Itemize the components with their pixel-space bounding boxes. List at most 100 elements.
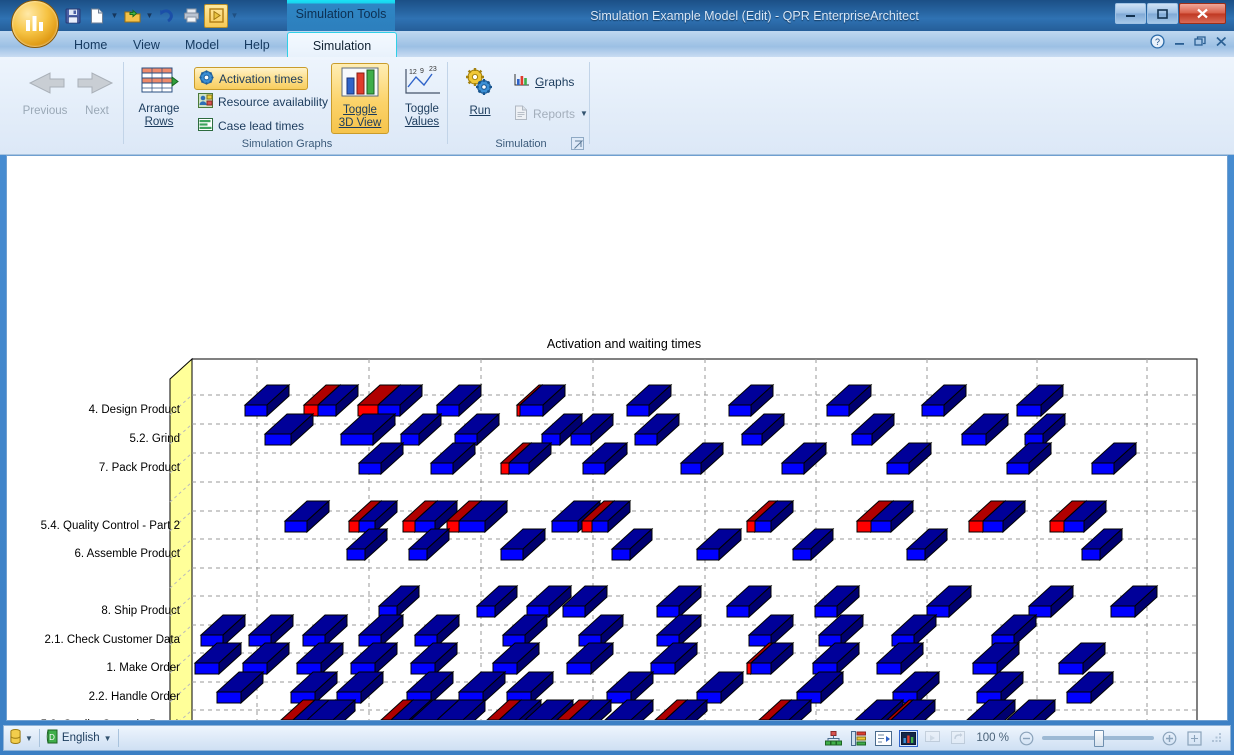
resource-availability-item[interactable]: Resource availability: [194, 91, 332, 112]
case-lead-times-label: Case lead times: [218, 119, 304, 133]
arrange-rows-button[interactable]: Arrange Rows: [128, 65, 190, 129]
run-simulation-icon[interactable]: [204, 4, 228, 28]
zoom-out-button[interactable]: [1017, 730, 1036, 747]
model-tree-icon[interactable]: [824, 730, 843, 747]
tab-help[interactable]: Help: [232, 33, 282, 57]
status-db-item[interactable]: ▼: [4, 727, 39, 749]
svg-text:?: ?: [1155, 37, 1160, 47]
print-icon[interactable]: [180, 5, 202, 27]
dialog-launcher-icon[interactable]: [571, 137, 584, 150]
status-separator: [118, 729, 119, 747]
list-view-icon[interactable]: [849, 730, 868, 747]
toggle-values-button[interactable]: 12 9 23 Toggle Values: [394, 65, 450, 129]
zoom-slider[interactable]: [1042, 736, 1154, 740]
ribbon: Previous Next: [0, 57, 1234, 155]
run-button[interactable]: Run: [454, 65, 506, 118]
zoom-slider-thumb[interactable]: [1094, 730, 1104, 747]
language-dropdown-icon[interactable]: ▼: [104, 734, 112, 743]
resource-availability-label: Resource availability: [218, 95, 328, 109]
tab-simulation[interactable]: Simulation: [287, 32, 397, 58]
tab-view[interactable]: View: [121, 33, 172, 57]
y-axis-category-label: 2.1. Check Customer Data: [44, 634, 180, 646]
arrow-left-icon: [22, 65, 68, 105]
quick-access-more-icon[interactable]: ▼: [230, 5, 239, 27]
y-axis-category-label: 2.2. Handle Order: [89, 691, 181, 703]
y-axis-category-label: 1. Make Order: [107, 662, 181, 674]
maximize-button[interactable]: [1147, 3, 1178, 24]
fit-to-window-button[interactable]: [1185, 730, 1204, 747]
graphs-item[interactable]: GGraphsraphs: [510, 71, 578, 92]
window-title: Simulation Example Model (Edit) - QPR En…: [395, 0, 1114, 31]
zoom-in-button[interactable]: [1160, 730, 1179, 747]
zoom-level-label: 100 %: [974, 727, 1011, 749]
status-language-item[interactable]: D English ▼: [40, 727, 118, 749]
undo-icon[interactable]: [156, 5, 178, 27]
y-axis-category-label: 6. Assemble Product: [75, 548, 181, 560]
next-button[interactable]: Next: [66, 65, 128, 118]
resource-people-icon: [198, 93, 213, 111]
graphs-icon: [514, 73, 530, 90]
next-label: Next: [85, 105, 109, 118]
quick-access-toolbar: ▼ ▼: [62, 3, 239, 28]
activation-waiting-times-chart[interactable]: Activation and waiting times4. Design Pr…: [7, 156, 1227, 720]
activation-times-item[interactable]: Activation times: [194, 67, 308, 90]
y-axis-category-label: 5.3. Quality Control - Part 1: [41, 719, 180, 720]
mdi-close-icon[interactable]: [1215, 36, 1228, 50]
window-buttons: [1115, 3, 1226, 24]
toggle-3d-view-label-line2: 3D View: [339, 117, 382, 130]
graphs-label: GGraphsraphs: [535, 75, 574, 89]
language-label: English: [62, 732, 100, 744]
y-axis-category-label: 5.4. Quality Control - Part 2: [41, 520, 180, 532]
reports-label: Reports: [533, 107, 575, 121]
svg-text:9: 9: [420, 68, 424, 75]
ribbon-group-simulation: Run GGraphsraphs: [452, 57, 590, 154]
bar-chart-3d-icon: [338, 64, 382, 104]
save-icon[interactable]: [62, 5, 84, 27]
svg-text:D: D: [49, 733, 55, 742]
tab-model[interactable]: Model: [173, 33, 231, 57]
open-folder-icon[interactable]: [121, 5, 143, 27]
y-axis-category-label: 7. Pack Product: [99, 462, 181, 474]
run-label: Run: [469, 105, 490, 118]
refresh-view-icon[interactable]: [949, 730, 968, 747]
database-icon: [10, 729, 21, 747]
contextual-tab-simulation-tools: Simulation Tools: [287, 0, 395, 31]
previous-label: Previous: [23, 105, 68, 118]
title-bar: ▼ ▼: [0, 0, 1234, 31]
reports-item[interactable]: Reports ▼: [510, 103, 592, 124]
gear-blue-icon: [199, 70, 214, 88]
gears-icon: [460, 65, 500, 105]
mdi-minimize-icon[interactable]: [1173, 36, 1186, 50]
close-button[interactable]: [1179, 3, 1226, 24]
case-lead-times-item[interactable]: Case lead times: [194, 115, 308, 136]
open-folder-dropdown-icon[interactable]: ▼: [145, 5, 154, 27]
minimize-button[interactable]: [1115, 3, 1146, 24]
mdi-restore-icon[interactable]: [1194, 36, 1207, 50]
status-right-group: 100 %: [824, 727, 1230, 749]
toggle-3d-view-button[interactable]: Toggle 3D View: [331, 63, 389, 134]
plot-area: [192, 359, 1197, 720]
toggle-3d-view-label-line1: Toggle: [343, 104, 377, 117]
presentation-view-icon[interactable]: [924, 730, 943, 747]
arrange-rows-label-line2: Rows: [145, 116, 174, 129]
contextual-tab-label: Simulation Tools: [287, 7, 395, 21]
chart-view-icon[interactable]: [899, 730, 918, 747]
ribbon-group-navigation: Previous Next: [8, 57, 124, 154]
y-axis-category-label: 4. Design Product: [89, 404, 181, 416]
report-page-icon: [514, 105, 528, 123]
application-menu-orb[interactable]: [11, 0, 59, 48]
help-icon[interactable]: ?: [1150, 34, 1165, 52]
tab-home[interactable]: Home: [62, 33, 119, 57]
resize-grip-icon[interactable]: [1210, 731, 1224, 745]
group-separator: [447, 62, 448, 144]
lead-time-bars-icon: [198, 118, 213, 134]
simulation-group-label: Simulation: [452, 138, 590, 150]
reports-dropdown-icon[interactable]: ▼: [580, 109, 588, 118]
new-document-icon[interactable]: [86, 5, 108, 27]
toggle-values-label-line1: Toggle: [405, 103, 439, 116]
new-document-dropdown-icon[interactable]: ▼: [110, 5, 119, 27]
chart-values-icon: 12 9 23: [400, 65, 444, 103]
status-bar: ▼ D English ▼: [3, 725, 1231, 751]
flow-view-icon[interactable]: [874, 730, 893, 747]
database-dropdown-icon[interactable]: ▼: [25, 734, 33, 743]
